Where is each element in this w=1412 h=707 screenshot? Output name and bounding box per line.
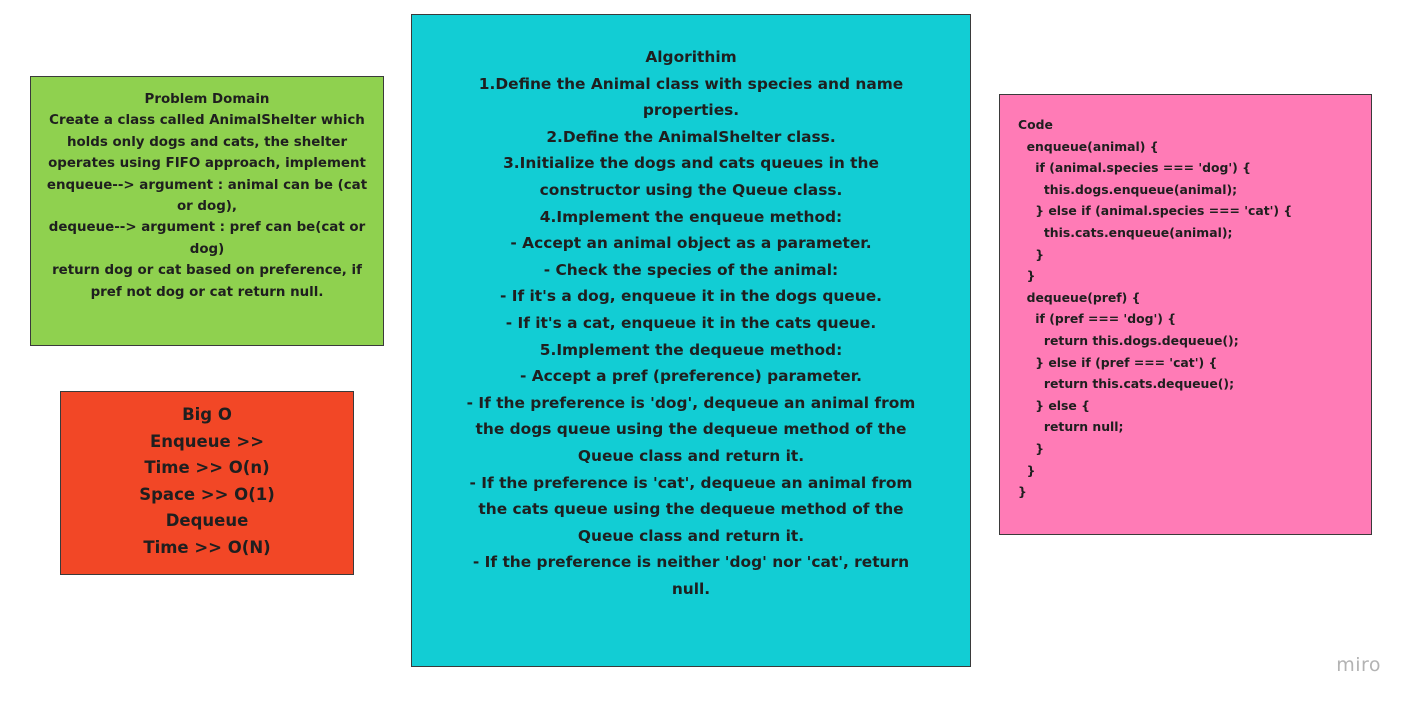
note-line: - Accept a pref (preference) parameter. bbox=[520, 367, 862, 386]
note-line: - If the preference is 'cat', dequeue an… bbox=[469, 473, 913, 492]
note-line: holds only dogs and cats, the shelter bbox=[66, 134, 348, 150]
note-line: Queue class and return it. bbox=[577, 446, 805, 465]
note-line: - If the preference is 'dog', dequeue an… bbox=[466, 393, 916, 412]
note-line: if (pref === 'dog') { bbox=[1018, 311, 1177, 327]
note-line: Time >> O(N) bbox=[143, 537, 271, 557]
code-sticky-note[interactable]: Code enqueue(animal) { if (animal.specie… bbox=[999, 94, 1372, 535]
miro-watermark-logo: miro bbox=[1336, 654, 1381, 676]
note-line: the cats queue using the dequeue method … bbox=[478, 500, 904, 519]
note-line: } bbox=[1018, 462, 1036, 478]
note-line: Dequeue bbox=[165, 511, 249, 531]
note-line: return this.dogs.dequeue(); bbox=[1018, 332, 1239, 348]
note-line: if (animal.species === 'dog') { bbox=[1018, 160, 1251, 176]
note-line: Queue class and return it. bbox=[577, 526, 805, 545]
note-line: } bbox=[1018, 484, 1027, 500]
note-line: } bbox=[1018, 268, 1036, 284]
note-line: - If the preference is neither 'dog' nor… bbox=[472, 553, 910, 572]
note-line: Enqueue >> bbox=[149, 431, 265, 451]
note-line: return this.cats.dequeue(); bbox=[1018, 376, 1235, 392]
note-heading: Code bbox=[1018, 117, 1053, 132]
note-line: null. bbox=[671, 579, 711, 598]
note-line: operates using FIFO approach, implement bbox=[48, 156, 366, 172]
note-line: } else if (pref === 'cat') { bbox=[1018, 354, 1218, 370]
note-line: 4.Implement the enqueue method: bbox=[539, 207, 843, 226]
note-line: 1.Define the Animal class with species a… bbox=[478, 74, 904, 93]
note-line: Space >> O(1) bbox=[139, 484, 275, 504]
note-line: properties. bbox=[642, 101, 740, 120]
note-line: this.cats.enqueue(animal); bbox=[1018, 224, 1233, 240]
note-line: pref not dog or cat return null. bbox=[90, 284, 324, 300]
problem-domain-sticky-note[interactable]: Problem Domain Create a class called Anim… bbox=[30, 76, 384, 346]
note-line: } else if (animal.species === 'cat') { bbox=[1018, 203, 1293, 219]
note-heading: Problem Domain bbox=[144, 92, 270, 107]
algorithm-sticky-note[interactable]: Algorithim 1.Define the Animal class with… bbox=[411, 14, 971, 667]
note-heading: Big O bbox=[182, 405, 232, 424]
note-line: constructor using the Queue class. bbox=[539, 180, 843, 199]
big-o-sticky-note[interactable]: Big O Enqueue >> Time >> O(n) Space >> O(1)… bbox=[60, 391, 354, 575]
note-line: dequeue--> argument : pref can be(cat or bbox=[48, 220, 366, 236]
note-line: 5.Implement the dequeue method: bbox=[539, 340, 843, 359]
note-line: } bbox=[1018, 440, 1045, 456]
note-line: return null; bbox=[1018, 419, 1124, 435]
note-line: - Accept an animal object as a parameter… bbox=[510, 234, 872, 253]
note-line: } bbox=[1018, 246, 1045, 262]
note-line: or dog), bbox=[176, 199, 238, 215]
note-heading: Algorithim bbox=[645, 48, 737, 66]
note-line: this.dogs.enqueue(animal); bbox=[1018, 181, 1238, 197]
note-line: Time >> O(n) bbox=[144, 458, 270, 478]
note-line: dog) bbox=[189, 241, 225, 257]
note-line: enqueue--> argument : animal can be (cat bbox=[46, 177, 368, 193]
note-line: the dogs queue using the dequeue method … bbox=[475, 420, 907, 439]
note-line: enqueue(animal) { bbox=[1018, 138, 1159, 154]
note-line: - If it's a cat, enqueue it in the cats … bbox=[505, 313, 877, 332]
note-line: - Check the species of the animal: bbox=[543, 260, 839, 279]
note-line: 3.Initialize the dogs and cats queues in… bbox=[503, 154, 879, 173]
whiteboard-canvas: Problem Domain Create a class called Anim… bbox=[0, 0, 1412, 707]
note-line: } else { bbox=[1018, 397, 1090, 413]
note-line: dequeue(pref) { bbox=[1018, 289, 1141, 305]
note-line: 2.Define the AnimalShelter class. bbox=[546, 127, 836, 146]
note-line: return dog or cat based on preference, i… bbox=[52, 263, 362, 279]
note-line: Create a class called AnimalShelter whic… bbox=[49, 113, 365, 129]
note-line: - If it's a dog, enqueue it in the dogs … bbox=[500, 287, 882, 306]
